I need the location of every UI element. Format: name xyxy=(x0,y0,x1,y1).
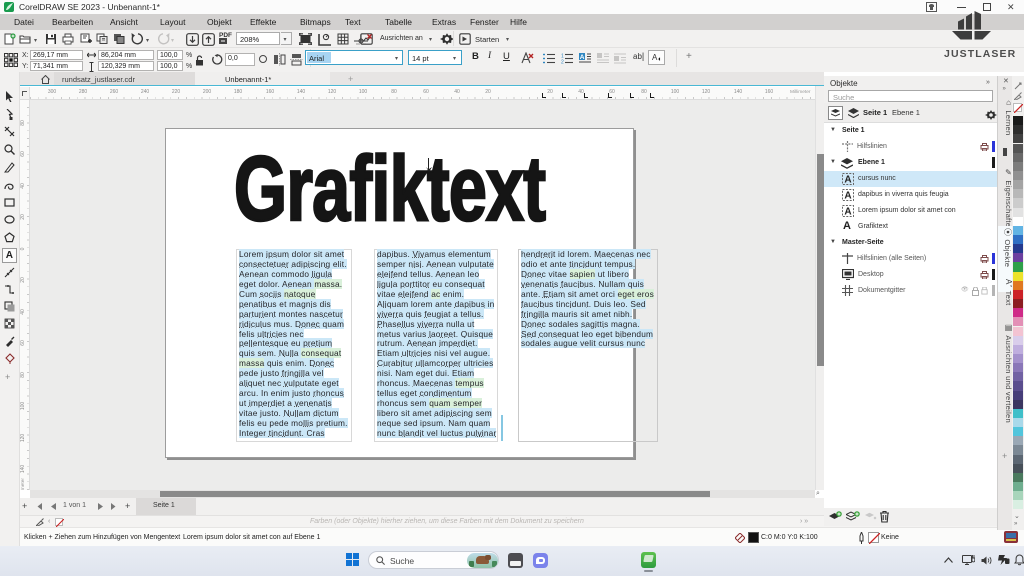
svg-text:JUSTLASER: JUSTLASER xyxy=(944,48,1016,60)
svg-text:A: A xyxy=(844,191,851,202)
svg-text:A: A xyxy=(844,207,851,218)
svg-text:2: 2 xyxy=(561,60,564,65)
svg-text:A: A xyxy=(844,175,851,186)
svg-text:A: A xyxy=(580,54,585,61)
